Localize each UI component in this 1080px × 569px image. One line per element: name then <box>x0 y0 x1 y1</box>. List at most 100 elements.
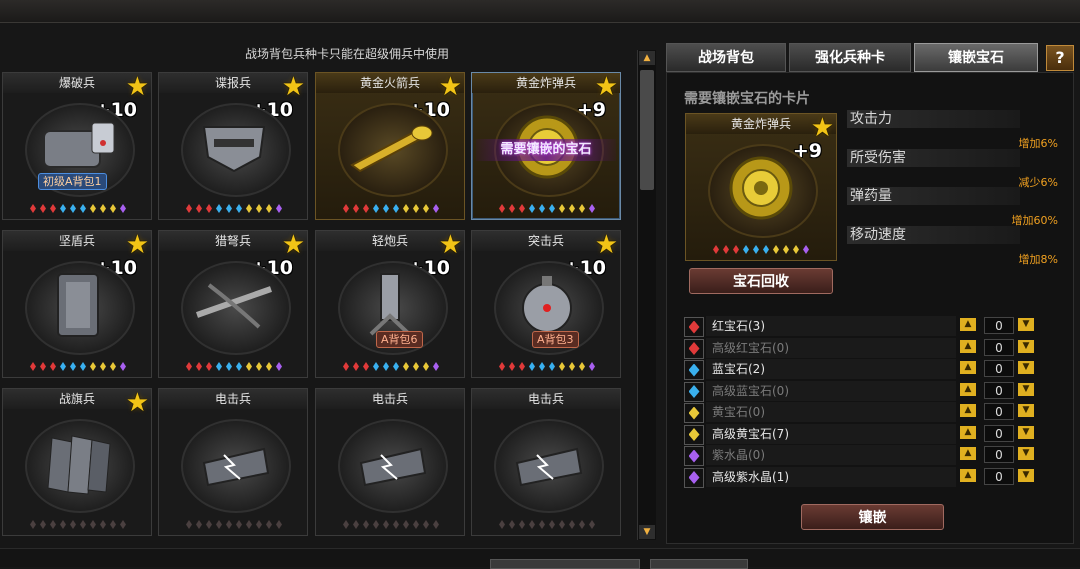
unit-card[interactable]: 突击兵 ★ +10 A背包3 <box>471 230 621 378</box>
decrease-arrow-icon[interactable]: ▼ <box>1018 318 1034 331</box>
bottom-button-left[interactable] <box>490 559 640 569</box>
tab-enhance-card[interactable]: 强化兵种卡 <box>789 43 911 72</box>
gem-slot-icon <box>783 245 789 254</box>
card-name: 电击兵 <box>159 389 307 409</box>
gem-slot-icon <box>423 520 429 529</box>
increase-arrow-icon[interactable]: ▲ <box>960 404 976 417</box>
increase-arrow-icon[interactable]: ▲ <box>960 468 976 482</box>
gem-slot-icon <box>413 520 419 529</box>
gem-recycle-button[interactable]: 宝石回收 <box>689 268 833 294</box>
gem-row: 蓝宝石(2) <box>682 359 956 380</box>
gem-slot-icon <box>216 520 222 529</box>
gem-quantity[interactable]: 0 <box>984 338 1014 356</box>
gem-quantity-stepper[interactable]: ▲ 0 ▼ <box>960 402 1040 422</box>
star-icon: ★ <box>438 72 462 102</box>
unit-card[interactable]: 电击兵 <box>315 388 465 536</box>
gem-slot-icon <box>539 204 545 213</box>
gem-slot-icon <box>403 520 409 529</box>
inlay-button[interactable]: 镶嵌 <box>801 504 944 530</box>
gem-slot-icon <box>40 362 46 371</box>
gem-slot-icon <box>579 362 585 371</box>
decrease-arrow-icon[interactable]: ▼ <box>1018 447 1034 460</box>
gem-quantity-stepper[interactable]: ▲ 0 ▼ <box>960 445 1040 465</box>
gem-quantity-stepper[interactable]: ▲ 0 ▼ <box>960 359 1040 379</box>
gem-slot-icon <box>363 204 369 213</box>
needs-inlay-title: 需要镶嵌宝石的卡片 <box>684 91 810 107</box>
gem-slot-icon <box>186 362 192 371</box>
gem-slot-icon <box>246 204 252 213</box>
decrease-arrow-icon[interactable]: ▼ <box>1018 361 1034 374</box>
increase-arrow-icon[interactable]: ▲ <box>960 447 976 460</box>
top-bar <box>0 0 1080 23</box>
increase-arrow-icon[interactable]: ▲ <box>960 382 976 396</box>
unit-card[interactable]: 战旗兵 ★ <box>2 388 152 536</box>
star-icon: ★ <box>125 72 149 102</box>
card-gem-slots <box>326 520 456 529</box>
unit-card[interactable]: 谍报兵 ★ +10 <box>158 72 308 220</box>
unit-card[interactable]: 黄金火箭兵 ★ +10 <box>315 72 465 220</box>
gem-slot-icon <box>539 520 545 529</box>
gem-slot-icon <box>499 362 505 371</box>
gem-quantity-stepper[interactable]: ▲ 0 ▼ <box>960 467 1040 487</box>
scroll-up-arrow-icon[interactable]: ▲ <box>639 51 655 65</box>
gem-quantity[interactable]: 0 <box>984 317 1014 334</box>
gem-slot-icon <box>276 362 282 371</box>
gem-slot-icon <box>509 520 515 529</box>
gem-quantity[interactable]: 0 <box>984 467 1014 485</box>
decrease-arrow-icon[interactable]: ▼ <box>1018 425 1034 439</box>
gem-slot-icon <box>549 362 555 371</box>
gem-quantity-stepper[interactable]: ▲ 0 ▼ <box>960 338 1040 358</box>
gem-quantity[interactable]: 0 <box>984 403 1014 420</box>
gem-slot-icon <box>70 204 76 213</box>
unit-card[interactable]: 电击兵 <box>471 388 621 536</box>
gem-slot-icon <box>216 362 222 371</box>
gem-quantity[interactable]: 0 <box>984 360 1014 377</box>
needs-gem-overlay: 需要镶嵌的宝石 <box>476 139 616 161</box>
tab-battlefield-backpack[interactable]: 战场背包 <box>666 43 786 72</box>
decrease-arrow-icon[interactable]: ▼ <box>1018 404 1034 417</box>
gem-slot-icon <box>206 362 212 371</box>
shock-icon <box>189 425 279 501</box>
gem-slot-icon <box>559 362 565 371</box>
scroll-thumb[interactable] <box>640 70 654 190</box>
star-icon: ★ <box>438 230 462 260</box>
card-grid-scrollbar[interactable]: ▲ ▼ <box>637 50 656 540</box>
scroll-down-arrow-icon[interactable]: ▼ <box>639 525 655 539</box>
card-gem-slots <box>13 362 143 371</box>
gem-slot-icon <box>423 362 429 371</box>
help-icon[interactable]: ? <box>1046 45 1074 71</box>
gem-slot-icon <box>236 362 242 371</box>
gem-slot-icon <box>70 520 76 529</box>
gem-slot-icon <box>423 204 429 213</box>
gem-quantity-stepper[interactable]: ▲ 0 ▼ <box>960 381 1040 401</box>
unit-card[interactable]: 黄金炸弹兵 ★ +9 需要镶嵌的宝石 <box>471 72 621 220</box>
decrease-arrow-icon[interactable]: ▼ <box>1018 468 1034 482</box>
decrease-arrow-icon[interactable]: ▼ <box>1018 382 1034 396</box>
card-gem-slots <box>169 362 299 371</box>
increase-arrow-icon[interactable]: ▲ <box>960 318 976 331</box>
gem-quantity-stepper[interactable]: ▲ 0 ▼ <box>960 424 1040 444</box>
gem-slot-icon <box>80 520 86 529</box>
increase-arrow-icon[interactable]: ▲ <box>960 339 976 353</box>
unit-card[interactable]: 轻炮兵 ★ +10 A背包6 <box>315 230 465 378</box>
gem-slot-icon <box>733 245 739 254</box>
gem-quantity[interactable]: 0 <box>984 446 1014 463</box>
gem-quantity-stepper[interactable]: ▲ 0 ▼ <box>960 316 1040 336</box>
unit-card[interactable]: 爆破兵 ★ +10 初级A背包1 <box>2 72 152 220</box>
card-gem-slots <box>482 520 612 529</box>
gem-slot-icon <box>373 362 379 371</box>
unit-card[interactable]: 猎弩兵 ★ +10 <box>158 230 308 378</box>
gem-quantity[interactable]: 0 <box>984 424 1014 442</box>
decrease-arrow-icon[interactable]: ▼ <box>1018 339 1034 353</box>
gem-slot-icon <box>40 204 46 213</box>
gem-quantity[interactable]: 0 <box>984 381 1014 399</box>
bottom-button-right[interactable] <box>650 559 748 569</box>
increase-arrow-icon[interactable]: ▲ <box>960 361 976 374</box>
tab-inlay-gem[interactable]: 镶嵌宝石 <box>914 43 1038 72</box>
backpack-notice: 战场背包兵种卡只能在超级佣兵中使用 <box>245 47 450 61</box>
gem-row: 黄宝石(0) <box>682 402 956 423</box>
card-gem-slots <box>13 520 143 529</box>
unit-card[interactable]: 坚盾兵 ★ +10 <box>2 230 152 378</box>
unit-card[interactable]: 电击兵 <box>158 388 308 536</box>
increase-arrow-icon[interactable]: ▲ <box>960 425 976 439</box>
